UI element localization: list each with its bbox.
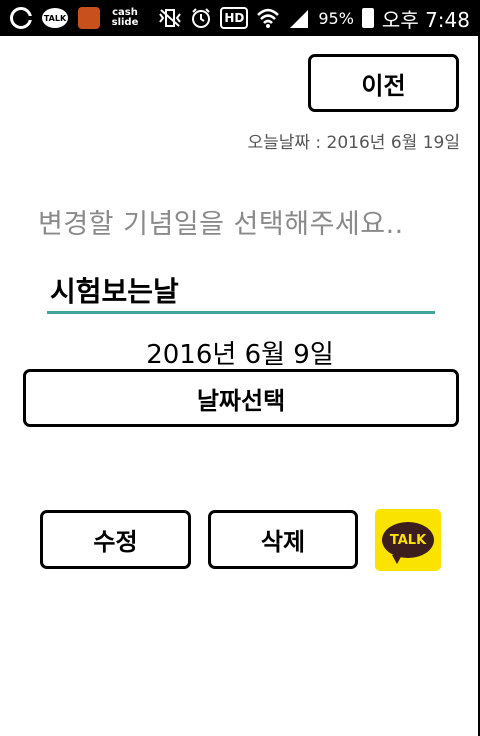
battery-icon — [361, 8, 374, 28]
kakaotalk-icon: TALK — [382, 522, 434, 564]
edit-button[interactable]: 수정 — [40, 510, 191, 569]
select-date-button[interactable]: 날짜선택 — [23, 369, 459, 427]
g-icon — [10, 7, 32, 29]
alarm-icon — [190, 6, 212, 30]
delete-button[interactable]: 삭제 — [208, 510, 358, 569]
battery-percent: 95% — [318, 8, 354, 28]
hd-icon: HD — [220, 7, 249, 29]
wifi-icon — [256, 6, 280, 30]
today-date: 오늘날짜 : 2016년 6월 19일 — [247, 133, 460, 153]
selected-date: 2016년 6월 9일 — [146, 340, 334, 370]
status-bar: TALK cash slide HD 95% 오후 7:48 — [0, 0, 480, 36]
anniversary-name-input[interactable] — [47, 268, 435, 314]
vibrate-icon — [158, 6, 182, 30]
status-bar-system: HD 95% 오후 7:48 — [158, 5, 470, 32]
burger-app-icon — [78, 7, 100, 29]
kakaotalk-icon: TALK — [42, 8, 68, 28]
cashslide-label-bottom: slide — [111, 17, 139, 28]
kakaotalk-label: TALK — [389, 532, 427, 548]
status-bar-notifications: TALK cash slide — [10, 5, 140, 31]
clock: 오후 7:48 — [381, 7, 470, 32]
select-prompt: 변경할 기념일을 선택해주세요.. — [38, 209, 404, 240]
prev-button[interactable]: 이전 — [308, 54, 459, 112]
signal-icon — [288, 6, 310, 30]
kakaotalk-share-button[interactable]: TALK — [375, 509, 441, 571]
cashslide-icon: cash slide — [110, 6, 140, 30]
